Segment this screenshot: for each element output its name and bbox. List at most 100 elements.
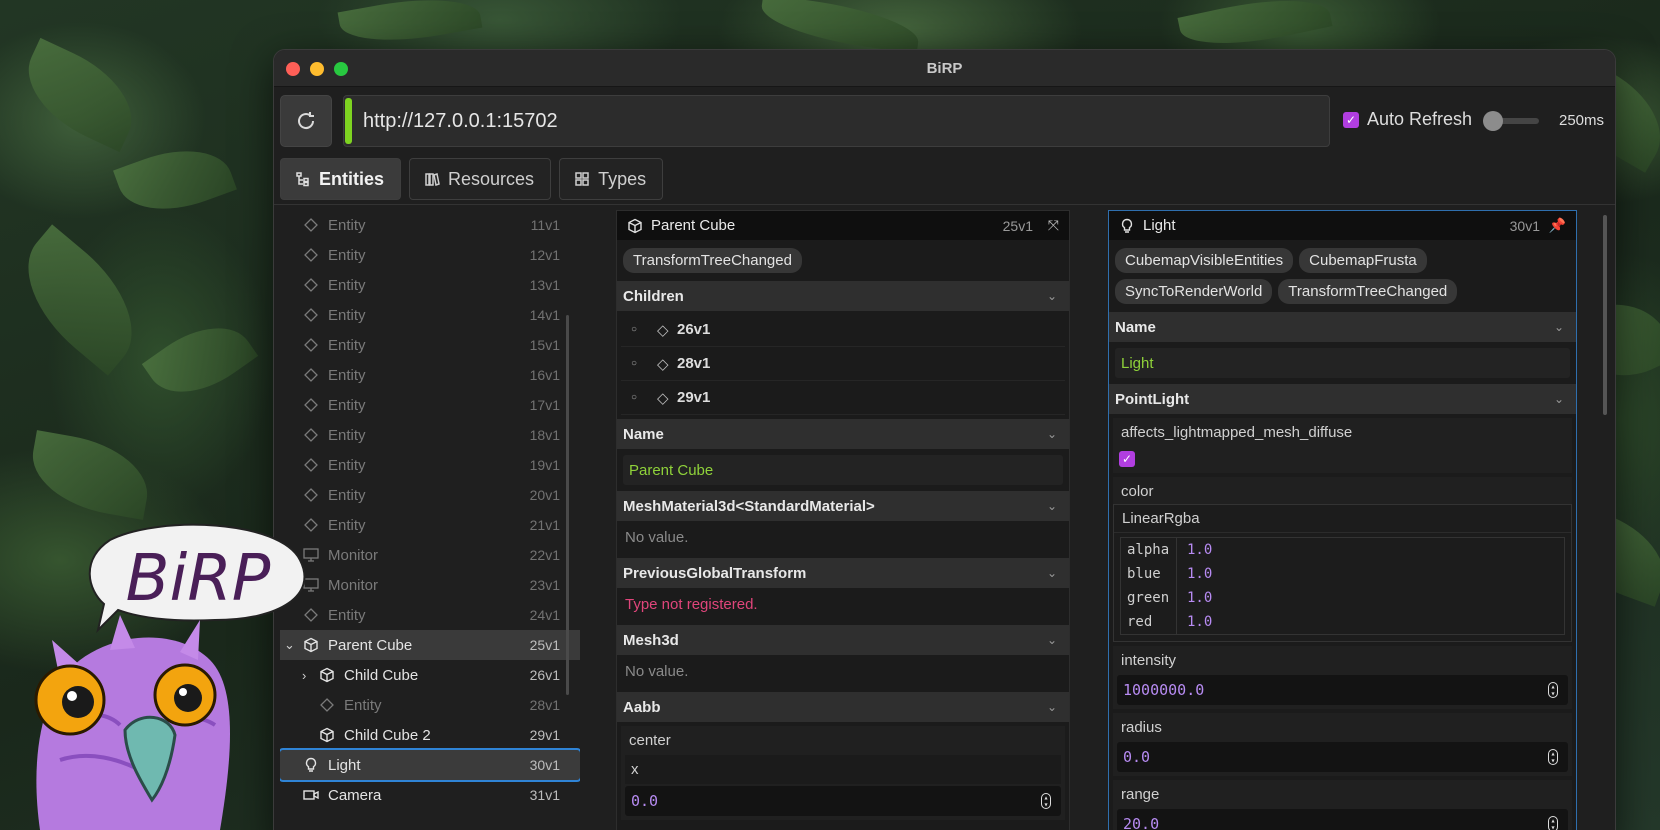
- entity-row[interactable]: Entity 12v1: [280, 240, 580, 270]
- cube-icon: [628, 218, 642, 233]
- entity-row[interactable]: Entity 14v1: [280, 300, 580, 330]
- child-row[interactable]: ○ ◇ 29v1: [621, 381, 1065, 415]
- section-name[interactable]: Name ⌄: [617, 419, 1069, 449]
- entity-label: Child Cube 2: [344, 726, 431, 744]
- bullet-icon: ○: [631, 358, 638, 369]
- entity-row[interactable]: Entity 20v1: [280, 480, 580, 510]
- field-label-range: range: [1113, 780, 1572, 807]
- auto-refresh-label: Auto Refresh: [1367, 109, 1473, 129]
- entity-row[interactable]: Entity 11v1: [280, 210, 580, 240]
- refresh-interval-slider[interactable]: [1483, 111, 1539, 131]
- field-label-affects: affects_lightmapped_mesh_diffuse: [1113, 418, 1572, 445]
- entity-row[interactable]: Monitor 23v1: [280, 570, 580, 600]
- toolbar: http://127.0.0.1:15702 ✓ Auto Refresh 25…: [274, 90, 1615, 147]
- entity-row[interactable]: Child Cube 2 29v1: [280, 720, 580, 750]
- entity-row[interactable]: › Child Cube 26v1: [280, 660, 580, 690]
- app-window: BiRP http://127.0.0.1:15702 ✓ Auto Refre…: [273, 49, 1616, 830]
- section-previous-global-transform[interactable]: PreviousGlobalTransform ⌄: [617, 558, 1069, 588]
- entity-row[interactable]: Entity 18v1: [280, 420, 580, 450]
- tab-resources[interactable]: Resources: [409, 158, 552, 200]
- color-row[interactable]: blue 1.0: [1121, 562, 1564, 586]
- section-mesh3d[interactable]: Mesh3d ⌄: [617, 625, 1069, 655]
- child-id: 28v1: [677, 355, 711, 372]
- panel-title: Parent Cube: [651, 217, 736, 234]
- range-number-input[interactable]: 20.0 ▴ ▾: [1117, 809, 1568, 830]
- url-input[interactable]: http://127.0.0.1:15702: [343, 95, 1330, 147]
- child-row[interactable]: ○ ◇ 26v1: [621, 313, 1065, 347]
- entity-row[interactable]: Camera 31v1: [280, 780, 580, 810]
- cube-icon: [318, 726, 336, 744]
- children-list: ○ ◇ 26v1 ○ ◇ 28v1 ○ ◇ 29v1: [617, 313, 1069, 415]
- entity-row[interactable]: Entity 15v1: [280, 330, 580, 360]
- tab-types[interactable]: Types: [559, 158, 664, 200]
- section-mesh-material[interactable]: MeshMaterial3d<StandardMaterial> ⌄: [617, 491, 1069, 521]
- component-chip[interactable]: TransformTreeChanged: [1278, 279, 1458, 304]
- inspector-scrollbar[interactable]: [1603, 215, 1607, 415]
- affects-checkbox[interactable]: ✓: [1119, 451, 1135, 467]
- pin-icon[interactable]: 📌: [1549, 217, 1566, 234]
- entity-label: Light: [328, 756, 361, 774]
- entity-row[interactable]: ⌄ Parent Cube 25v1: [280, 630, 580, 660]
- auto-refresh-toggle[interactable]: ✓ Auto Refresh: [1343, 109, 1472, 130]
- bullet-icon: ○: [631, 324, 638, 335]
- tree-icon: [296, 172, 309, 187]
- refresh-button[interactable]: [280, 95, 332, 147]
- tab-label: Entities: [319, 168, 385, 189]
- panel-header: Light 30v1 📌: [1109, 211, 1576, 240]
- entity-row[interactable]: Entity 17v1: [280, 390, 580, 420]
- radius-number-input[interactable]: 0.0 ▴ ▾: [1117, 742, 1568, 772]
- entity-row[interactable]: Entity 16v1: [280, 360, 580, 390]
- intensity-number-input[interactable]: 1000000.0 ▴ ▾: [1117, 675, 1568, 705]
- entity-label: Entity: [328, 246, 366, 264]
- section-name[interactable]: Name ⌄: [1109, 312, 1576, 342]
- entity-label: Monitor: [328, 546, 379, 564]
- marker-components: CubemapVisibleEntities CubemapFrusta Syn…: [1109, 240, 1576, 308]
- radius-value: 0.0: [1123, 748, 1151, 766]
- component-chip[interactable]: CubemapFrusta: [1299, 248, 1427, 273]
- tab-entities[interactable]: Entities: [280, 158, 402, 200]
- component-chip[interactable]: TransformTreeChanged: [623, 248, 802, 273]
- slider-handle[interactable]: [1483, 111, 1503, 131]
- section-aabb[interactable]: Aabb ⌄: [617, 692, 1069, 722]
- entity-row[interactable]: Entity 28v1: [280, 690, 580, 720]
- section-point-light[interactable]: PointLight ⌄: [1109, 384, 1576, 414]
- child-row[interactable]: ○ ◇ 28v1: [621, 347, 1065, 381]
- stepper-icon[interactable]: ▴ ▾: [1548, 682, 1558, 698]
- entity-id: 31v1: [529, 787, 560, 803]
- diamond-icon: [302, 396, 320, 414]
- stepper-icon[interactable]: ▴ ▾: [1041, 793, 1051, 809]
- component-chip[interactable]: CubemapVisibleEntities: [1115, 248, 1294, 273]
- diamond-icon: [302, 456, 320, 474]
- section-children[interactable]: Children ⌄: [617, 281, 1069, 311]
- entity-list-scrollbar[interactable]: [566, 315, 569, 695]
- diamond-icon: [302, 336, 320, 354]
- diamond-icon: [318, 696, 336, 714]
- entity-id: 26v1: [529, 667, 560, 683]
- auto-refresh-checkbox[interactable]: ✓: [1343, 111, 1359, 128]
- color-row[interactable]: green 1.0: [1121, 586, 1564, 610]
- color-row[interactable]: alpha 1.0: [1121, 538, 1564, 562]
- section-title: Children: [623, 287, 684, 305]
- color-row[interactable]: red 1.0: [1121, 610, 1564, 634]
- entity-label: Entity: [344, 696, 382, 714]
- section-title: PreviousGlobalTransform: [623, 564, 807, 582]
- entity-id: 11v1: [530, 217, 560, 233]
- chevron-down-icon: ⌄: [1046, 289, 1057, 303]
- name-value-field[interactable]: Light: [1115, 348, 1570, 378]
- component-chip[interactable]: SyncToRenderWorld: [1115, 279, 1273, 304]
- grid-icon: [575, 172, 589, 186]
- entity-row[interactable]: Entity 19v1: [280, 450, 580, 480]
- x-number-input[interactable]: 0.0 ▴ ▾: [625, 786, 1061, 816]
- entity-row[interactable]: Monitor 22v1: [280, 540, 580, 570]
- entity-label: Entity: [328, 306, 366, 324]
- stepper-icon[interactable]: ▴ ▾: [1548, 749, 1558, 765]
- entity-row[interactable]: Entity 21v1: [280, 510, 580, 540]
- entity-row[interactable]: Light 30v1: [280, 748, 580, 782]
- unpin-icon[interactable]: ⤧: [1048, 217, 1059, 234]
- entity-row[interactable]: Entity 24v1: [280, 600, 580, 630]
- field-label-color: color: [1113, 477, 1572, 504]
- stepper-icon[interactable]: ▴ ▾: [1548, 816, 1558, 830]
- entity-id: 20v1: [529, 487, 560, 503]
- entity-row[interactable]: Entity 13v1: [280, 270, 580, 300]
- name-value-field[interactable]: Parent Cube: [623, 455, 1063, 485]
